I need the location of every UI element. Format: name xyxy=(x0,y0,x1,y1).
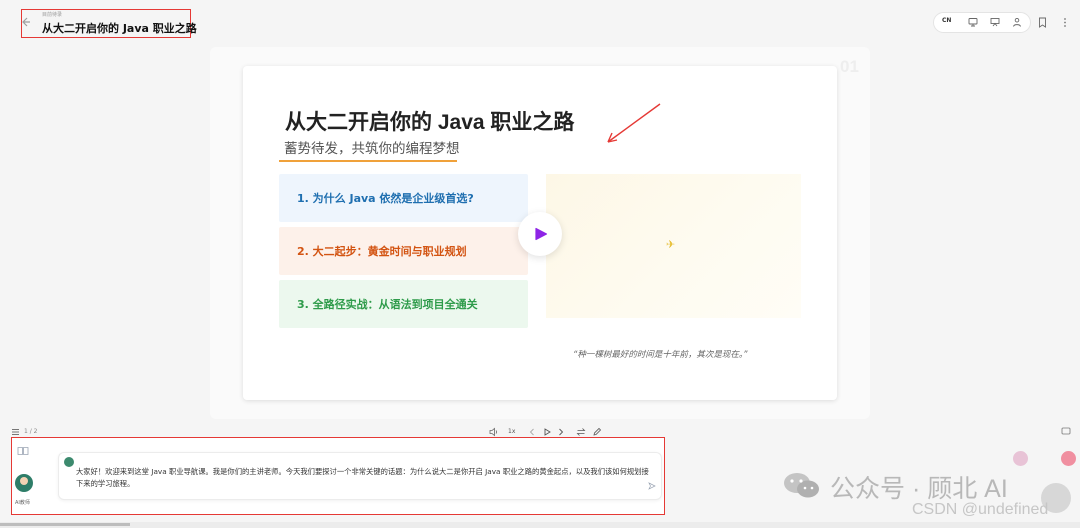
list-icon[interactable] xyxy=(11,428,20,436)
subtitle-underline xyxy=(279,160,457,162)
message-avatar xyxy=(64,457,74,467)
wechat-icon xyxy=(784,473,819,498)
play-small-icon[interactable] xyxy=(542,427,552,437)
page-title: 从大二开启你的 Java 职业之路 xyxy=(42,22,197,35)
book-icon[interactable] xyxy=(17,446,29,456)
send-icon[interactable] xyxy=(648,482,656,490)
agenda-item-label: 1. 为什么 Java 依然是企业级首选? xyxy=(297,192,474,205)
presentation-icon[interactable] xyxy=(990,17,1000,27)
breadcrumb: 目前待录 xyxy=(42,12,63,18)
chat-icon[interactable] xyxy=(1061,427,1071,436)
agenda-item-1[interactable]: 1. 为什么 Java 依然是企业级首选? xyxy=(279,174,528,222)
speed-button[interactable]: 1x xyxy=(508,428,515,435)
agenda-item-3[interactable]: 3. 全路径实战：从语法到项目全通关 xyxy=(279,280,528,328)
agenda-item-2[interactable]: 2. 大二起步：黄金时间与职业规划 xyxy=(279,227,528,275)
agenda-item-label: 2. 大二起步：黄金时间与职业规划 xyxy=(297,245,467,258)
language-toggle-button[interactable]: CN xyxy=(942,17,951,24)
play-button[interactable] xyxy=(518,212,562,256)
wechat-watermark: 公众号 · 顾北 AI xyxy=(830,475,1008,503)
slide-number: 01 xyxy=(840,57,859,76)
ai-teacher-label: AI教师 xyxy=(15,500,30,506)
previous-icon[interactable] xyxy=(527,427,537,437)
slide-subtitle: 蓄势待发，共筑你的编程梦想 xyxy=(284,141,460,157)
slide-title: 从大二开启你的 Java 职业之路 xyxy=(285,111,575,134)
play-icon xyxy=(535,227,548,241)
ai-teacher-avatar[interactable] xyxy=(15,474,33,492)
page-indicator: 1 / 2 xyxy=(24,428,38,435)
monitor-icon[interactable] xyxy=(968,17,978,27)
csdn-watermark: CSDN @undefined xyxy=(912,501,1049,518)
more-icon[interactable] xyxy=(1061,17,1069,28)
bookmark-icon[interactable] xyxy=(1038,17,1047,28)
scrollbar-thumb[interactable] xyxy=(0,523,130,526)
edit-icon[interactable] xyxy=(592,427,602,437)
volume-icon[interactable] xyxy=(489,427,499,437)
bottom-scrollbar[interactable] xyxy=(0,522,1080,528)
person-icon[interactable] xyxy=(1012,17,1022,27)
next-icon[interactable] xyxy=(556,427,566,437)
annotation-arrow xyxy=(607,103,661,143)
message-text: 大家好！欢迎来到这堂 Java 职业导航课。我是你们的主讲老师。今天我们要探讨一… xyxy=(76,467,649,488)
rocket-icon: ✈ xyxy=(666,238,676,251)
slide-quote: “种一棵树最好的时间是十年前，其次是现在。” xyxy=(573,350,748,360)
agenda-item-label: 3. 全路径实战：从语法到项目全通关 xyxy=(297,298,478,311)
assistant-avatar[interactable] xyxy=(1061,451,1076,466)
avatar-face xyxy=(20,477,28,485)
back-arrow-icon[interactable] xyxy=(22,16,32,28)
swap-icon[interactable] xyxy=(576,427,586,437)
user-avatar[interactable] xyxy=(1013,451,1028,466)
